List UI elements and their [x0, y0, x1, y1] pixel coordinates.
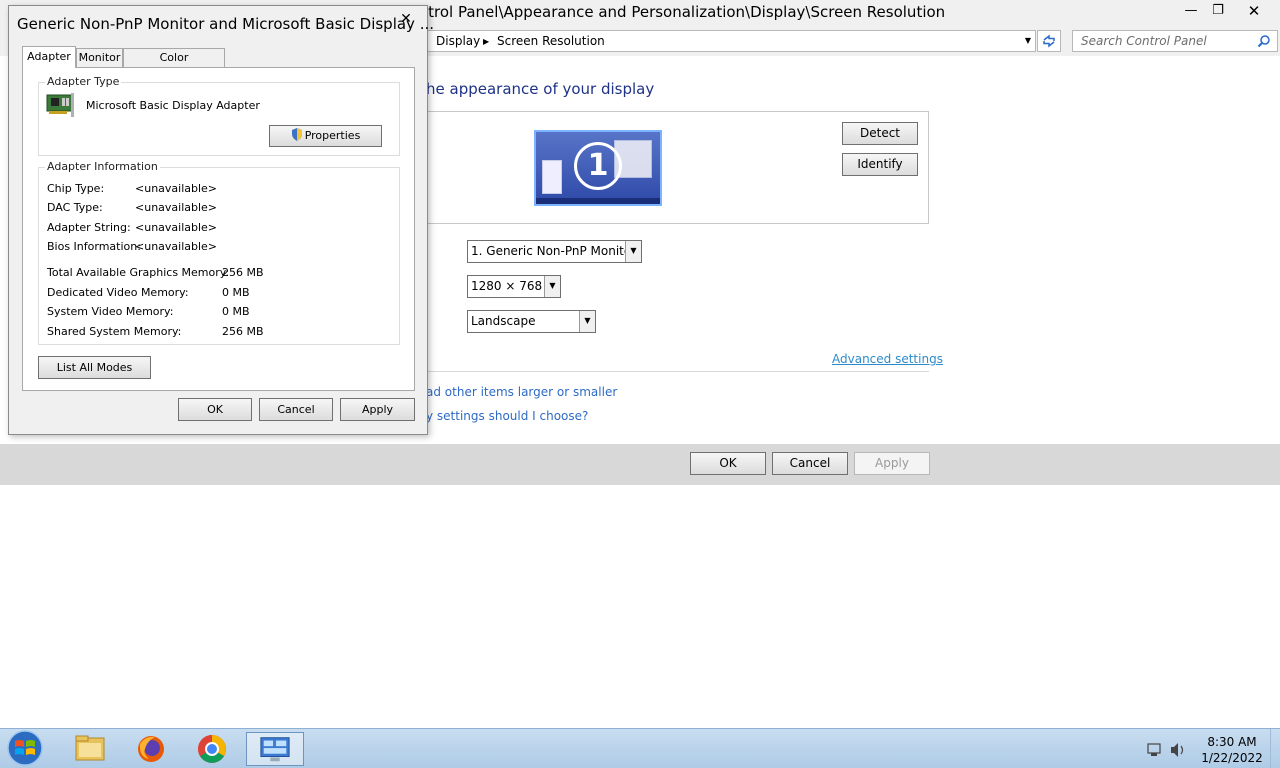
make-items-larger-link[interactable]: ad other items larger or smaller: [426, 385, 617, 399]
shared-memory-label: Shared System Memory:: [47, 325, 182, 338]
adapter-type-group: Adapter Type Microsoft Basic Display Ada…: [38, 75, 400, 156]
adapter-string-value: <unavailable>: [135, 221, 218, 234]
apply-button[interactable]: Apply: [854, 452, 930, 475]
orientation-select-value: Landscape: [471, 314, 536, 328]
shared-memory-value: 256 MB: [222, 325, 264, 338]
chip-type-value: <unavailable>: [135, 182, 218, 195]
dialog-apply-button[interactable]: Apply: [340, 398, 415, 421]
adapter-tab-panel: Adapter Type Microsoft Basic Display Ada…: [22, 67, 415, 391]
maximize-button[interactable]: ❐: [1207, 2, 1229, 22]
system-memory-value: 0 MB: [222, 305, 250, 318]
taskbar: 8:30 AM 1/22/2022: [0, 728, 1280, 768]
dialog-title: Generic Non-PnP Monitor and Microsoft Ba…: [17, 15, 435, 33]
show-desktop-button[interactable]: [1270, 729, 1280, 768]
file-explorer-icon[interactable]: [62, 732, 118, 766]
chip-type-label: Chip Type:: [47, 182, 105, 195]
main-window-title: Control Panel\Appearance and Personaliza…: [399, 3, 946, 21]
ok-button[interactable]: OK: [690, 452, 766, 475]
adapter-name: Microsoft Basic Display Adapter: [86, 99, 260, 112]
firefox-icon[interactable]: [123, 732, 179, 766]
identify-button[interactable]: Identify: [842, 153, 918, 176]
uac-shield-icon: [291, 128, 302, 141]
resolution-select-value: 1280 × 768: [471, 279, 543, 293]
breadcrumb-separator-icon[interactable]: ▶: [483, 37, 489, 46]
list-all-modes-button[interactable]: List All Modes: [38, 356, 151, 379]
display-select-value: 1. Generic Non-PnP Monitor: [471, 244, 637, 258]
dedicated-memory-label: Dedicated Video Memory:: [47, 286, 189, 299]
adapter-string-label: Adapter String:: [47, 221, 131, 234]
group-title: Adapter Information: [45, 160, 160, 173]
properties-button[interactable]: Properties: [269, 125, 382, 147]
chevron-down-icon[interactable]: ▼: [625, 241, 641, 262]
dac-type-label: DAC Type:: [47, 201, 103, 214]
clock-time: 8:30 AM: [1207, 735, 1257, 749]
dedicated-memory-value: 0 MB: [222, 286, 250, 299]
dac-type-value: <unavailable>: [135, 201, 218, 214]
breadcrumb-screen-resolution[interactable]: Screen Resolution: [497, 34, 605, 48]
system-memory-label: System Video Memory:: [47, 305, 174, 318]
which-settings-link[interactable]: y settings should I choose?: [426, 409, 588, 423]
total-memory-value: 256 MB: [222, 266, 264, 279]
orientation-select[interactable]: Landscape ▼: [467, 310, 596, 333]
start-button-icon[interactable]: [0, 729, 50, 767]
dialog-cancel-button[interactable]: Cancel: [259, 398, 333, 421]
properties-label: Properties: [304, 129, 361, 142]
footer-button-bar: OK Cancel Apply: [0, 444, 1280, 485]
refresh-icon: [1043, 34, 1055, 48]
adapter-properties-dialog: Generic Non-PnP Monitor and Microsoft Ba…: [8, 5, 434, 435]
dialog-close-button[interactable]: ✕: [397, 11, 415, 27]
address-dropdown-icon[interactable]: ▼: [1025, 36, 1031, 45]
monitor-thumbnail[interactable]: 1: [534, 130, 662, 206]
monitor-number: 1: [574, 142, 622, 190]
chevron-down-icon[interactable]: ▼: [579, 311, 595, 332]
refresh-button[interactable]: [1037, 30, 1061, 52]
divider: [424, 371, 929, 372]
group-title: Adapter Type: [45, 75, 122, 88]
system-clock[interactable]: 8:30 AM 1/22/2022: [1196, 734, 1268, 766]
resolution-select[interactable]: 1280 × 768 ▼: [467, 275, 561, 298]
search-input[interactable]: [1081, 32, 1251, 50]
breadcrumb-display[interactable]: Display: [436, 34, 480, 48]
clock-date: 1/22/2022: [1201, 751, 1263, 765]
advanced-settings-link[interactable]: Advanced settings: [832, 352, 943, 366]
tab-monitor[interactable]: Monitor: [76, 48, 123, 68]
minimize-button[interactable]: —: [1180, 2, 1202, 22]
network-volume-tray-icons[interactable]: [1145, 741, 1189, 759]
page-heading: he appearance of your display: [426, 80, 655, 98]
search-icon[interactable]: [1257, 34, 1271, 48]
dialog-ok-button[interactable]: OK: [178, 398, 252, 421]
address-bar[interactable]: Display ▶ Screen Resolution ▼: [426, 30, 1036, 52]
control-panel-icon[interactable]: [246, 732, 304, 766]
chevron-down-icon[interactable]: ▼: [544, 276, 560, 297]
total-memory-label: Total Available Graphics Memory:: [47, 266, 230, 279]
thumbnail-window-decoration: [542, 160, 562, 194]
tab-adapter[interactable]: Adapter: [22, 46, 76, 68]
bios-information-value: <unavailable>: [135, 240, 218, 253]
tab-color-management[interactable]: Color Management: [123, 48, 225, 82]
display-adapter-icon: [46, 93, 74, 117]
bios-information-label: Bios Information:: [47, 240, 141, 253]
thumbnail-taskbar: [536, 198, 660, 204]
adapter-information-group: Adapter Information Chip Type: <unavaila…: [38, 160, 400, 345]
detect-button[interactable]: Detect: [842, 122, 918, 145]
search-box[interactable]: [1072, 30, 1278, 52]
close-button[interactable]: ✕: [1243, 2, 1265, 22]
cancel-button[interactable]: Cancel: [772, 452, 848, 475]
chrome-icon[interactable]: [184, 732, 240, 766]
display-select[interactable]: 1. Generic Non-PnP Monitor ▼: [467, 240, 642, 263]
